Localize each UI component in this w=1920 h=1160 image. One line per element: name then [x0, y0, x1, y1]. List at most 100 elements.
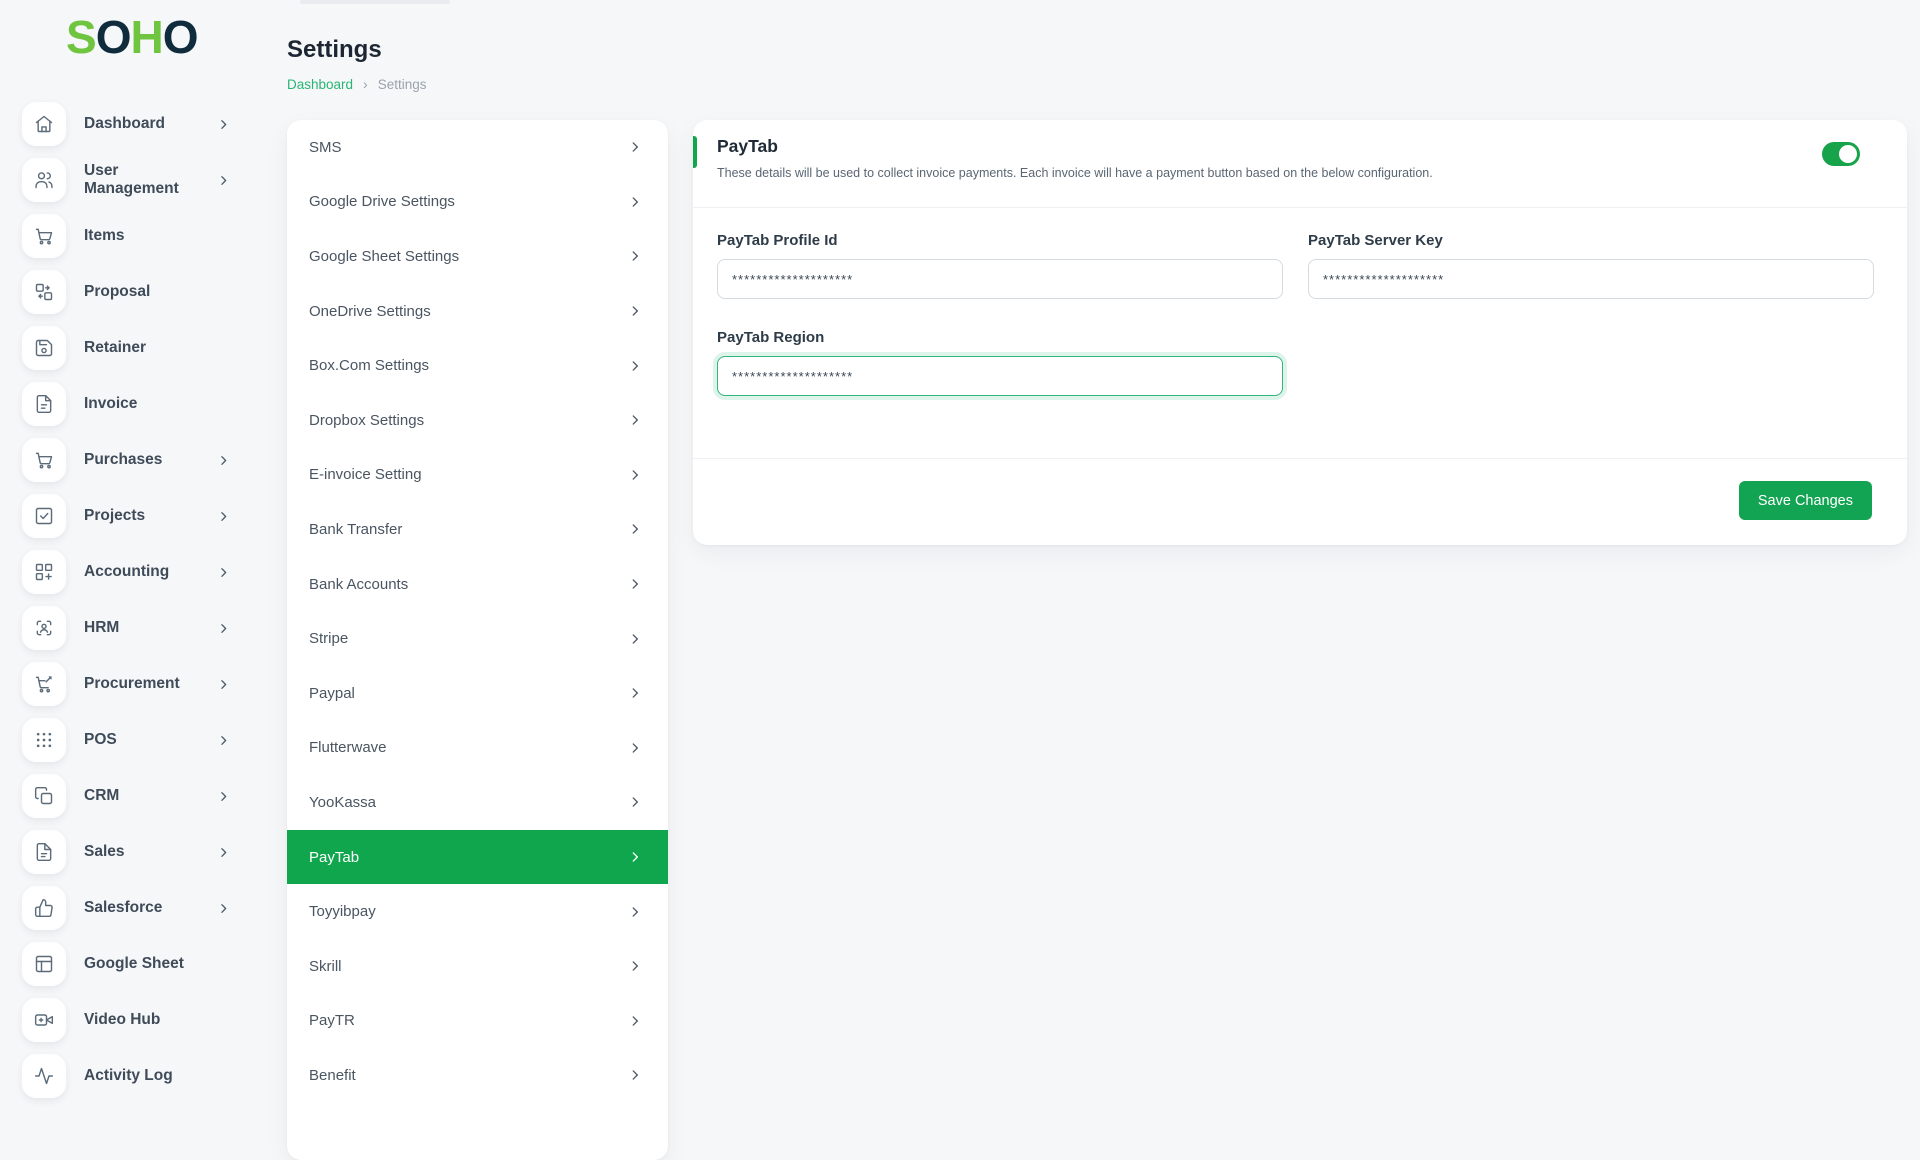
chevron-right-icon [628, 195, 642, 209]
sidebar-item[interactable]: Accounting [0, 544, 260, 600]
form-field: PayTab Profile Id [717, 232, 1283, 299]
settings-menu-item-label: Benefit [309, 1067, 356, 1084]
settings-menu-item[interactable]: Toyyibpay [287, 884, 668, 939]
table-icon [22, 942, 66, 986]
settings-menu-item[interactable]: PayTR [287, 994, 668, 1049]
sidebar-item-label: CRM [84, 787, 119, 805]
paytab-panel: PayTab These details will be used to col… [693, 120, 1907, 545]
settings-menu-item[interactable]: Box.Com Settings [287, 338, 668, 393]
sidebar-item-label: Retainer [84, 339, 146, 357]
chevron-right-icon [628, 577, 642, 591]
settings-menu-item-label: Stripe [309, 630, 348, 647]
sidebar-item[interactable]: Salesforce [0, 880, 260, 936]
settings-menu-item-label: E-invoice Setting [309, 466, 422, 483]
settings-menu-item-label: Box.Com Settings [309, 357, 429, 374]
settings-menu-item-label: Paypal [309, 685, 355, 702]
sidebar-item[interactable]: Procurement [0, 656, 260, 712]
divider [693, 207, 1907, 208]
sidebar-item[interactable]: Activity Log [0, 1048, 260, 1104]
settings-menu-item[interactable]: Paypal [287, 666, 668, 721]
grid-plus-icon [22, 550, 66, 594]
sidebar-item-label: Items [84, 227, 125, 245]
settings-menu: SMS Google Drive Settings Google Sheet S… [287, 120, 668, 1160]
copy-icon [22, 774, 66, 818]
sidebar-item[interactable]: Invoice [0, 376, 260, 432]
breadcrumb-dashboard-link[interactable]: Dashboard [287, 77, 353, 92]
sidebar-item[interactable]: Items [0, 208, 260, 264]
settings-menu-item[interactable]: Skrill [287, 939, 668, 994]
logo-letter: S [66, 11, 96, 63]
settings-menu-item[interactable]: OneDrive Settings [287, 284, 668, 339]
check-square-icon [22, 494, 66, 538]
chevron-right-icon [628, 468, 642, 482]
file-icon [22, 830, 66, 874]
chevron-right-icon [217, 734, 230, 747]
page-title: Settings [287, 36, 427, 64]
sidebar-item[interactable]: Google Sheet [0, 936, 260, 992]
sidebar-item-label: Purchases [84, 451, 162, 469]
settings-menu-item[interactable]: Bank Transfer [287, 502, 668, 557]
paytab-enabled-toggle[interactable] [1822, 142, 1860, 166]
sidebar-item[interactable]: HRM [0, 600, 260, 656]
settings-menu-item[interactable]: Google Sheet Settings [287, 229, 668, 284]
chevron-right-icon [217, 902, 230, 915]
chevron-right-icon [217, 566, 230, 579]
sidebar-item[interactable]: Projects [0, 488, 260, 544]
paytab-region-input[interactable] [717, 356, 1283, 396]
chevron-right-icon [628, 140, 642, 154]
save-changes-button[interactable]: Save Changes [1739, 481, 1872, 520]
chevron-right-icon [217, 678, 230, 691]
settings-menu-item[interactable]: SMS [287, 120, 668, 175]
settings-menu-item-label: PayTR [309, 1012, 355, 1029]
settings-menu-item[interactable]: Bank Accounts [287, 557, 668, 612]
chevron-right-icon [217, 510, 230, 523]
chevron-right-icon [628, 741, 642, 755]
divider [693, 458, 1907, 459]
sidebar-item[interactable]: Video Hub [0, 992, 260, 1048]
video-icon [22, 998, 66, 1042]
chevron-right-icon [628, 686, 642, 700]
chevron-right-icon [628, 359, 642, 373]
sidebar-item[interactable]: Proposal [0, 264, 260, 320]
sidebar-item[interactable]: User Management [0, 152, 260, 208]
paytab-server-key-input[interactable] [1308, 259, 1874, 299]
cart-edit-icon [22, 662, 66, 706]
sidebar-item[interactable]: Purchases [0, 432, 260, 488]
chevron-right-icon [217, 846, 230, 859]
chevron-right-icon [628, 795, 642, 809]
chevron-right-icon [628, 249, 642, 263]
logo-letter: O [163, 11, 198, 63]
dots-grid-icon [22, 718, 66, 762]
scrollbar-thumb[interactable] [300, 0, 450, 4]
breadcrumb-separator: › [363, 76, 368, 92]
settings-menu-item[interactable]: Dropbox Settings [287, 393, 668, 448]
sidebar-item[interactable]: Dashboard [0, 96, 260, 152]
sidebar-item[interactable]: POS [0, 712, 260, 768]
settings-menu-item[interactable]: E-invoice Setting [287, 448, 668, 503]
app-logo[interactable]: SOHO [66, 14, 197, 60]
settings-menu-item[interactable]: YooKassa [287, 775, 668, 830]
sidebar-item-label: Salesforce [84, 899, 162, 917]
chevron-right-icon [628, 413, 642, 427]
sidebar-nav: Dashboard User Management Items Proposal [0, 96, 260, 1104]
sidebar-item-label: Sales [84, 843, 125, 861]
settings-menu-item[interactable]: Benefit [287, 1048, 668, 1103]
sidebar-item-label: Proposal [84, 283, 150, 301]
settings-menu-item-label: Dropbox Settings [309, 412, 424, 429]
sidebar-item[interactable]: Retainer [0, 320, 260, 376]
panel-title: PayTab [717, 136, 778, 157]
sidebar-item[interactable]: Sales [0, 824, 260, 880]
settings-menu-item-label: PayTab [309, 849, 359, 866]
chevron-right-icon [217, 622, 230, 635]
settings-menu-item[interactable]: Stripe [287, 611, 668, 666]
paytab-profile-id-input[interactable] [717, 259, 1283, 299]
settings-menu-item[interactable]: PayTab [287, 830, 668, 885]
chevron-right-icon [628, 959, 642, 973]
users-icon [22, 158, 66, 202]
settings-menu-item[interactable]: Flutterwave [287, 721, 668, 776]
field-label: PayTab Region [717, 329, 1283, 346]
cart-icon [22, 214, 66, 258]
settings-menu-item[interactable]: Google Drive Settings [287, 175, 668, 230]
cart-icon [22, 438, 66, 482]
sidebar-item[interactable]: CRM [0, 768, 260, 824]
